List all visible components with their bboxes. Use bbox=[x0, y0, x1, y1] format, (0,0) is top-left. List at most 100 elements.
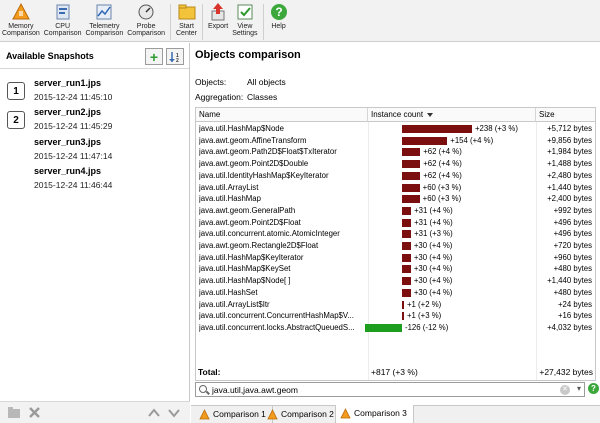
move-down-button[interactable] bbox=[166, 405, 182, 420]
filter-dropdown-icon[interactable]: ▾ bbox=[577, 384, 581, 393]
memory-comparison-icon bbox=[199, 409, 210, 420]
table-row[interactable]: java.awt.geom.Path2D$Float$TxIterator +62… bbox=[196, 146, 595, 158]
instance-delta-bar bbox=[364, 323, 402, 332]
comparison-table: Name Instance count Size java.util.HashM… bbox=[195, 107, 596, 381]
sort-snapshots-button[interactable]: 12 bbox=[166, 48, 184, 65]
cpu-comparison-icon bbox=[53, 2, 73, 22]
objects-label: Objects: bbox=[195, 77, 227, 87]
aggregation-value: Classes bbox=[247, 92, 278, 102]
class-name-cell: java.awt.geom.AffineTransform bbox=[199, 135, 307, 145]
table-row[interactable]: java.util.ArrayList +60 (+3 %) +1,440 byte… bbox=[196, 182, 595, 194]
total-row: Total: +817 (+3 %) +27,432 bytes bbox=[195, 365, 596, 379]
instance-delta-bar bbox=[402, 206, 412, 215]
add-snapshot-button[interactable]: + bbox=[145, 48, 163, 65]
instance-delta-bar bbox=[402, 312, 404, 321]
telemetry-comparison-button[interactable]: Telemetry Comparison bbox=[84, 2, 126, 42]
class-name-cell: java.awt.geom.Path2D$Float$TxIterator bbox=[199, 147, 337, 157]
table-row[interactable]: java.util.HashMap$Node[ ] +30 (+4 %) +1,44… bbox=[196, 275, 595, 287]
cpu-comparison-button[interactable]: CPU Comparison bbox=[42, 2, 84, 42]
view-settings-button[interactable]: View Settings bbox=[230, 2, 259, 42]
move-up-button[interactable] bbox=[146, 405, 162, 420]
size-cell: +960 bytes bbox=[553, 252, 592, 262]
table-row[interactable]: java.util.HashMap$KeySet +30 (+4 %) +480 b… bbox=[196, 263, 595, 275]
class-name-cell: java.awt.geom.GeneralPath bbox=[199, 205, 296, 215]
column-header-instance-count[interactable]: Instance count bbox=[368, 108, 536, 122]
memory-comparison-button[interactable]: Memory Comparison bbox=[0, 2, 42, 42]
instance-count-cell: -126 (-12 %) bbox=[405, 322, 449, 332]
size-cell: +4,032 bytes bbox=[547, 322, 592, 332]
size-cell: +720 bytes bbox=[553, 241, 592, 250]
instance-delta-bar bbox=[402, 277, 411, 286]
instance-delta-bar bbox=[402, 160, 421, 169]
table-row[interactable]: java.util.HashMap +60 (+3 %) +2,400 bytes bbox=[196, 193, 595, 205]
filter-input[interactable]: java.util,java.awt.geom ✕ ▾ bbox=[195, 382, 585, 397]
size-cell: +2,480 bytes bbox=[547, 170, 592, 180]
table-row[interactable]: java.util.HashSet +30 (+4 %) +480 bytes bbox=[196, 287, 595, 299]
svg-text:?: ? bbox=[275, 5, 282, 19]
tab-comparison-1[interactable]: Comparison 1 bbox=[195, 406, 273, 423]
instance-count-cell: +60 (+3 %) bbox=[422, 182, 462, 192]
class-name-cell: java.util.ArrayList$Itr bbox=[199, 299, 270, 309]
total-count: +817 (+3 %) bbox=[371, 367, 418, 377]
snapshot-number-badge: 2 bbox=[7, 111, 25, 129]
table-row[interactable]: java.awt.geom.Point2D$Double +62 (+4 %) +1… bbox=[196, 158, 595, 170]
class-name-cell: java.util.HashMap$Node[ ] bbox=[199, 276, 291, 286]
instance-count-cell: +238 (+3 %) bbox=[475, 124, 518, 133]
instance-count-cell: +31 (+3 %) bbox=[414, 229, 453, 239]
tab-comparison-2[interactable]: Comparison 2 bbox=[263, 406, 341, 423]
start-center-button[interactable]: Start Center bbox=[174, 2, 199, 42]
table-row[interactable]: java.util.HashMap$Node +238 (+3 %) +5,712 … bbox=[196, 123, 595, 135]
snapshot-number-badge: 1 bbox=[7, 82, 25, 100]
table-row[interactable]: java.awt.geom.GeneralPath +31 (+4 %) +992 … bbox=[196, 205, 595, 217]
filter-help-icon[interactable]: ? bbox=[588, 383, 599, 394]
help-label: Help bbox=[271, 23, 286, 30]
table-row[interactable]: java.awt.geom.AffineTransform +154 (+4 %)… bbox=[196, 135, 595, 147]
column-header-size[interactable]: Size bbox=[536, 108, 595, 122]
instance-count-cell: +31 (+4 %) bbox=[414, 205, 453, 215]
snapshot-name: server_run2.jps bbox=[34, 107, 102, 117]
toolbar-separator bbox=[170, 4, 171, 40]
size-cell: +480 bytes bbox=[553, 264, 592, 274]
instance-count-cell: +30 (+4 %) bbox=[413, 252, 453, 262]
aggregation-row: Aggregation: Classes bbox=[195, 92, 277, 102]
memory-comparison-icon bbox=[340, 408, 351, 419]
instance-count-cell: +62 (+4 %) bbox=[423, 159, 462, 169]
memory-comparison-label: Memory Comparison bbox=[2, 23, 40, 37]
probe-comparison-icon bbox=[136, 2, 156, 22]
help-icon: ? bbox=[269, 2, 289, 22]
page-title: Objects comparison bbox=[195, 49, 301, 61]
table-row[interactable]: java.util.concurrent.atomic.AtomicIntege… bbox=[196, 228, 595, 240]
class-name-cell: java.awt.geom.Rectangle2D$Float bbox=[199, 241, 319, 250]
table-row[interactable]: java.util.HashMap$KeyIterator +30 (+4 %) +… bbox=[196, 252, 595, 264]
class-name-cell: java.awt.geom.Point2D$Float bbox=[199, 217, 301, 227]
size-cell: +5,712 bytes bbox=[547, 124, 592, 133]
size-cell: +496 bytes bbox=[553, 229, 592, 239]
table-row[interactable]: java.util.concurrent.ConcurrentHashMap$V… bbox=[196, 310, 595, 322]
comparison-panel: Objects comparison Objects: All objects … bbox=[191, 43, 600, 423]
table-row[interactable]: java.util.ArrayList$Itr +1 (+2 %) +24 byte… bbox=[196, 299, 595, 311]
size-cell: +24 bytes bbox=[557, 299, 592, 309]
memory-comparison-icon bbox=[11, 2, 31, 22]
open-snapshot-button[interactable] bbox=[6, 405, 22, 420]
export-button[interactable]: Export bbox=[206, 2, 230, 42]
table-row[interactable]: java.util.concurrent.locks.AbstractQueue… bbox=[196, 322, 595, 334]
telemetry-comparison-icon bbox=[94, 2, 114, 22]
class-name-cell: java.util.concurrent.atomic.AtomicIntege… bbox=[199, 229, 340, 239]
start-center-icon bbox=[177, 2, 197, 22]
objects-row: Objects: All objects bbox=[195, 77, 286, 87]
remove-snapshot-button[interactable] bbox=[26, 405, 42, 420]
instance-count-cell: +30 (+4 %) bbox=[413, 276, 453, 286]
probe-comparison-button[interactable]: Probe Comparison bbox=[125, 2, 167, 42]
clear-filter-icon[interactable]: ✕ bbox=[560, 385, 570, 395]
tab-comparison-3[interactable]: Comparison 3 bbox=[335, 405, 414, 423]
help-button[interactable]: ? Help bbox=[267, 2, 291, 42]
size-cell: +480 bytes bbox=[553, 287, 592, 297]
column-header-name[interactable]: Name bbox=[196, 108, 368, 122]
table-row[interactable]: java.util.IdentityHashMap$KeyIterator +62… bbox=[196, 170, 595, 182]
table-row[interactable]: java.awt.geom.Rectangle2D$Float +30 (+4 %… bbox=[196, 240, 595, 252]
table-row[interactable]: java.awt.geom.Point2D$Float +31 (+4 %) +49… bbox=[196, 217, 595, 229]
instance-delta-bar bbox=[402, 148, 421, 157]
snapshots-title: Available Snapshots bbox=[6, 50, 94, 61]
class-name-cell: java.util.HashMap$KeySet bbox=[199, 264, 291, 274]
snapshot-time: 2015-12-24 11:45:29 bbox=[34, 121, 113, 131]
